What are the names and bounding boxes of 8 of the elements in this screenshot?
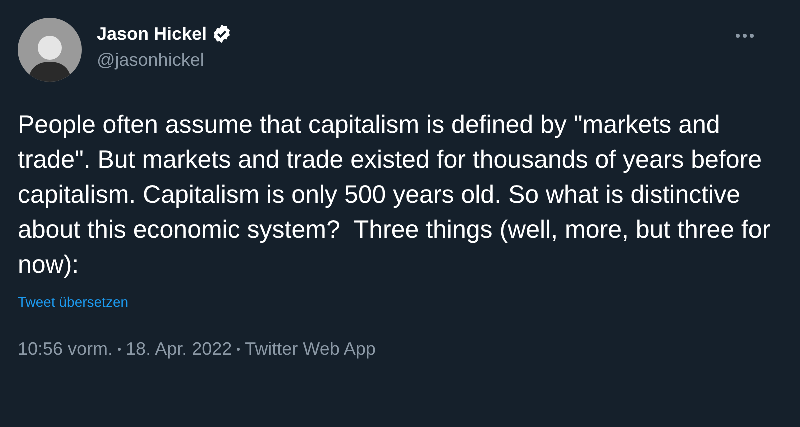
- tweet-text: People often assume that capitalism is defined by "markets and trade". But markets and trade existed for thousands of years before capitalism. Capitalism is only 500 years old. So what is distinctive about this economic system? Three things (well, more, but three for now):: [18, 110, 772, 281]
- post-time[interactable]: 10:56 vorm.: [18, 337, 114, 361]
- post-source[interactable]: Twitter Web App: [245, 337, 376, 361]
- translate-link[interactable]: Tweet übersetzen: [18, 293, 129, 311]
- post-date[interactable]: 18. Apr. 2022: [126, 337, 232, 361]
- author-name[interactable]: Jason Hickel: [97, 22, 208, 46]
- more-options-icon[interactable]: [736, 34, 754, 38]
- author-handle[interactable]: @jasonhickel: [97, 48, 232, 72]
